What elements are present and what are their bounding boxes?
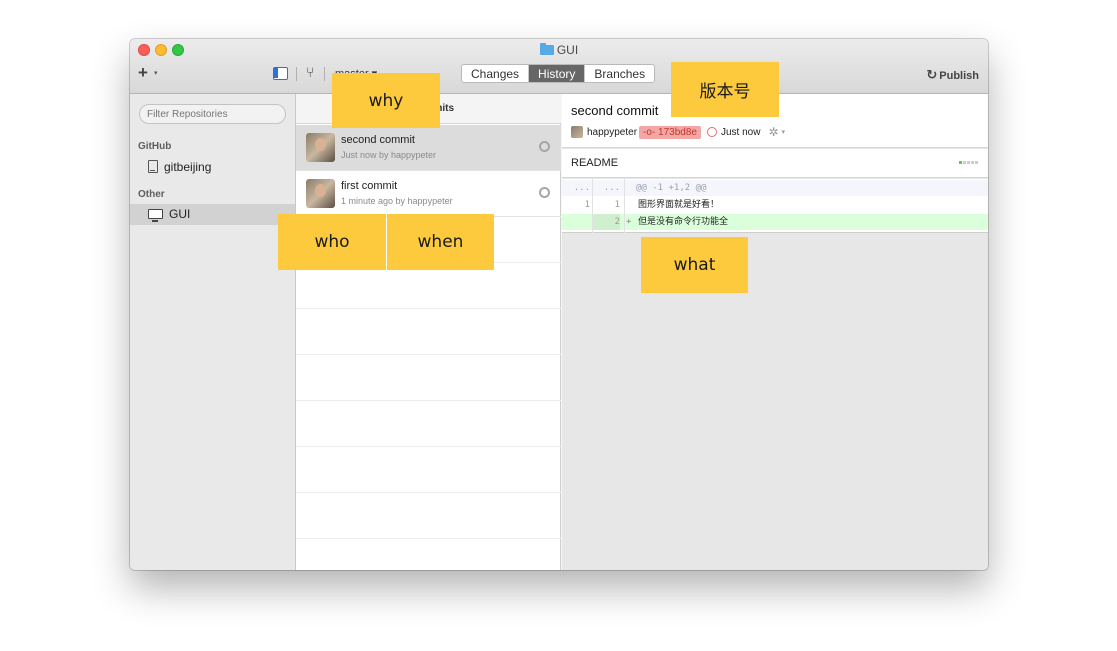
annotation-what: what: [641, 237, 748, 293]
commit-author: happypeter: [587, 126, 638, 138]
annotation-when: when: [387, 214, 494, 270]
sidebar-item-gui[interactable]: GUI: [130, 204, 295, 225]
diff-hunk-header: ... ... @@ -1 +1,2 @@: [562, 180, 988, 196]
commit-detail: second commit happypeter -o- 173bd8e Jus…: [562, 94, 988, 570]
repository-sidebar: GitHub gitbeijing Other GUI: [130, 94, 296, 570]
diff-file-name: README: [571, 157, 619, 169]
diffstat-icon: [959, 161, 978, 164]
empty-row: [296, 401, 561, 447]
commit-row[interactable]: second commit Just now by happypeter: [296, 125, 561, 171]
window-toolbar: GUI + ▾ ⑂ master ▾ Changes History Branc…: [130, 39, 988, 94]
sync-status-icon[interactable]: [539, 141, 550, 152]
sync-status-icon[interactable]: [539, 187, 550, 198]
sidebar-item-gitbeijing[interactable]: gitbeijing: [130, 157, 295, 178]
tab-changes[interactable]: Changes: [462, 65, 530, 82]
branch-icon[interactable]: ⑂: [306, 64, 314, 80]
publish-label: Publish: [939, 70, 979, 82]
commit-subtitle: Just now by happypeter: [341, 150, 437, 160]
chevron-down-icon[interactable]: ▾: [154, 69, 158, 77]
publish-button[interactable]: ↻ Publish: [926, 67, 979, 83]
diff-line-added: 2 + 但是没有命令行功能全: [562, 214, 988, 230]
sidebar-group-other: Other: [138, 189, 165, 200]
commit-list: 2 Commits second commit Just now by happ…: [296, 94, 561, 570]
commit-detail-title: second commit: [571, 103, 659, 118]
toolbar-divider: [296, 67, 297, 81]
commit-row[interactable]: first commit 1 minute ago by happypeter: [296, 171, 561, 217]
diff-gutter-divider: [592, 179, 593, 233]
annotation-why: why: [332, 73, 440, 128]
avatar: [306, 133, 335, 162]
commit-subtitle: 1 minute ago by happypeter: [341, 196, 453, 206]
commit-sha[interactable]: -o- 173bd8e: [639, 125, 701, 139]
window-title: GUI: [130, 43, 988, 57]
monitor-icon: [148, 209, 163, 222]
commit-meta: happypeter -o- 173bd8e Just now ✲ ▾: [571, 125, 785, 139]
sidebar-toggle-icon[interactable]: [273, 67, 288, 80]
diff-view: ... ... @@ -1 +1,2 @@ 1 1 图形界面就是好看！ 2 + …: [562, 179, 988, 233]
diff-file-header[interactable]: README: [562, 149, 988, 178]
empty-row: [296, 447, 561, 493]
toolbar-divider: [324, 67, 325, 81]
commit-time: Just now: [720, 126, 761, 138]
sync-icon: ↻: [926, 67, 938, 82]
diff-gutter-divider: [624, 179, 625, 233]
commit-title: first commit: [341, 180, 398, 192]
empty-row: [296, 309, 561, 355]
view-tabs: Changes History Branches: [461, 64, 656, 83]
gear-icon[interactable]: ✲: [768, 125, 778, 139]
commit-title: second commit: [341, 134, 415, 146]
empty-row: [296, 493, 561, 539]
app-window: GUI + ▾ ⑂ master ▾ Changes History Branc…: [130, 39, 988, 570]
folder-icon: [539, 43, 554, 55]
sidebar-group-github: GitHub: [138, 141, 172, 152]
annotation-version: 版本号: [671, 62, 779, 117]
avatar: [571, 126, 583, 138]
clock-icon: [706, 127, 717, 137]
avatar: [306, 179, 335, 208]
tab-history[interactable]: History: [529, 65, 586, 82]
filter-repositories-input[interactable]: [139, 104, 286, 124]
diff-line: 1 1 图形界面就是好看！: [584, 200, 720, 210]
add-repository-button[interactable]: +: [138, 64, 148, 81]
tab-branches[interactable]: Branches: [585, 65, 654, 82]
annotation-who: who: [278, 214, 386, 270]
repo-icon: [148, 160, 158, 173]
chevron-down-icon[interactable]: ▾: [782, 128, 786, 136]
empty-row: [296, 355, 561, 401]
